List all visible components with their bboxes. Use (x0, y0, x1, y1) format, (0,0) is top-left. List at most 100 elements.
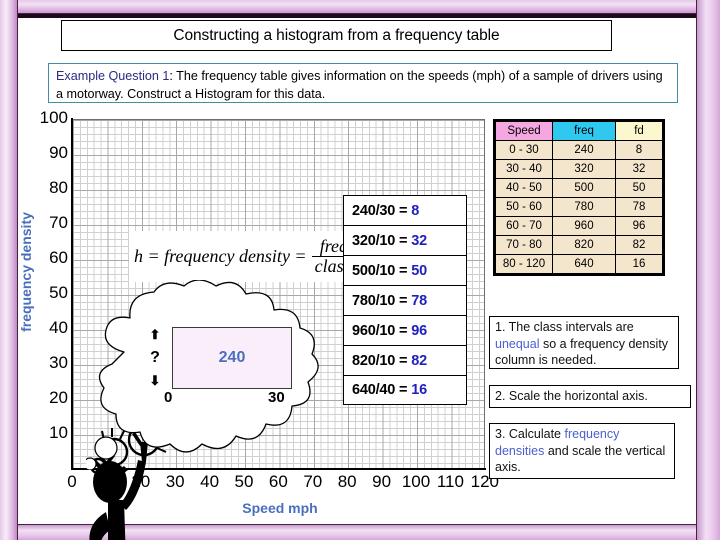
arrow-down-icon: ⬇ (149, 373, 161, 388)
x-tick-label: 40 (200, 472, 220, 491)
calculation-result: 8 (411, 202, 420, 219)
note-scale-horizontal: 2. Scale the horizontal axis. (489, 385, 691, 408)
table-header-speed: Speed (496, 122, 552, 140)
cell-speed: 80 - 120 (496, 255, 552, 273)
calculation-result: 78 (411, 292, 427, 309)
table-row: 30 - 40 320 32 (496, 160, 662, 178)
x-tick-label: 100 (401, 472, 431, 491)
calculation-list: 240/30 = 8 320/10 = 32 500/10 = 50 780/10 =… (343, 195, 467, 405)
table-row: 40 - 50 500 50 (496, 179, 662, 197)
x-tick-label: 90 (372, 472, 392, 491)
example-question-lead: Example Question 1 (56, 69, 170, 83)
cell-freq: 960 (553, 217, 615, 235)
cell-speed: 70 - 80 (496, 236, 552, 254)
x-tick-label: 110 (436, 472, 464, 491)
cell-speed: 30 - 40 (496, 160, 552, 178)
calculation-row: 320/10 = 32 (343, 225, 467, 255)
bar-height-indicator: ⬆ ? ⬇ (140, 327, 170, 389)
x-tick-label: 70 (303, 472, 323, 491)
bubble-tick-left: 0 (164, 389, 173, 406)
cell-speed: 50 - 60 (496, 198, 552, 216)
arrow-up-icon: ⬆ (149, 327, 161, 342)
table-row: 70 - 80 820 82 (496, 236, 662, 254)
x-tick-label: 60 (268, 472, 288, 491)
y-axis-ticks: 100 90 80 70 60 50 40 30 20 10 (18, 104, 68, 484)
thought-bubble: ⬆ ? ⬇ 240 0 30 (86, 280, 336, 470)
cell-freq: 820 (553, 236, 615, 254)
x-axis-label: Speed mph (242, 500, 318, 516)
bubble-tick-right: 30 (268, 389, 285, 406)
y-tick-label: 50 (49, 283, 68, 302)
calculation-row: 780/10 = 78 (343, 285, 467, 315)
slide-title-box: Constructing a histogram from a frequenc… (61, 20, 612, 51)
cell-freq: 320 (553, 160, 615, 178)
calculation-row: 960/10 = 96 (343, 315, 467, 345)
note-text: 1. The class intervals are (495, 320, 634, 334)
table-row: 0 - 30 240 8 (496, 141, 662, 159)
cell-speed: 60 - 70 (496, 217, 552, 235)
bubble-bar-rectangle: 240 (172, 327, 292, 389)
calculation-result: 82 (411, 352, 427, 369)
calculation-row: 640/40 = 16 (343, 375, 467, 405)
cell-fd: 82 (616, 236, 662, 254)
decorative-frame-shadow (18, 14, 696, 18)
calculation-expression: 500/10 = (352, 262, 408, 279)
example-question-box: Example Question 1: The frequency table … (48, 63, 678, 103)
table-row: 60 - 70 960 96 (496, 217, 662, 235)
table-body: 0 - 30 240 8 30 - 40 320 32 40 - 50 500 50 50 - 6… (496, 141, 662, 273)
bubble-bar-value: 240 (218, 349, 246, 366)
cell-fd: 32 (616, 160, 662, 178)
calculation-expression: 640/40 = (352, 382, 408, 398)
cell-speed: 0 - 30 (496, 141, 552, 159)
frequency-table: Speed freq fd 0 - 30 240 8 30 - 40 320 32 40 -… (493, 119, 665, 276)
x-tick-label: 80 (337, 472, 357, 491)
x-tick-label: 50 (234, 472, 254, 491)
decorative-frame-right (696, 0, 720, 540)
cell-fd: 96 (616, 217, 662, 235)
table-header-fd: fd (616, 122, 662, 140)
bubble-bar-diagram: ⬆ ? ⬇ 240 0 30 (140, 327, 292, 406)
calculation-row: 500/10 = 50 (343, 255, 467, 285)
y-tick-label: 90 (49, 143, 68, 162)
table-row: 80 - 120 640 16 (496, 255, 662, 273)
cell-fd: 50 (616, 179, 662, 197)
example-question-text: Example Question 1: The frequency table … (56, 67, 670, 103)
cell-freq: 780 (553, 198, 615, 216)
slide-canvas: Constructing a histogram from a frequenc… (0, 0, 720, 540)
cell-freq: 500 (553, 179, 615, 197)
note-calculate-densities: 3. Calculate frequency densities and sca… (489, 423, 675, 479)
calculation-result: 16 (411, 382, 427, 398)
calculation-result: 96 (411, 322, 427, 339)
note-class-intervals: 1. The class intervals are unequal so a … (489, 316, 679, 369)
table-header-freq: freq (553, 122, 615, 140)
calculation-result: 32 (411, 232, 427, 249)
note-highlight: unequal (495, 336, 540, 351)
cell-freq: 640 (553, 255, 615, 273)
decorative-frame-top (0, 0, 720, 14)
calculation-expression: 960/10 = (352, 322, 408, 339)
formula-left-side: h = frequency density = (134, 246, 307, 266)
calculation-result: 50 (411, 262, 427, 279)
y-tick-label: 40 (49, 318, 68, 337)
y-tick-label: 80 (49, 178, 68, 197)
y-tick-label: 100 (39, 108, 68, 127)
cell-freq: 240 (553, 141, 615, 159)
note-text: 3. Calculate (495, 427, 565, 441)
cell-fd: 78 (616, 198, 662, 216)
cell-fd: 16 (616, 255, 662, 273)
calculation-row: 820/10 = 82 (343, 345, 467, 375)
table-header-row: Speed freq fd (496, 122, 662, 140)
calculation-expression: 240/30 = (352, 202, 408, 219)
unknown-height-label: ? (150, 349, 160, 366)
calculation-expression: 820/10 = (352, 352, 408, 369)
table-row: 50 - 60 780 78 (496, 198, 662, 216)
page-title: Constructing a histogram from a frequenc… (173, 26, 500, 44)
calculation-expression: 780/10 = (352, 292, 408, 309)
y-tick-label: 30 (49, 353, 68, 372)
y-tick-label: 60 (49, 248, 68, 267)
cell-fd: 8 (616, 141, 662, 159)
calculation-expression: 320/10 = (352, 232, 408, 249)
note-text: 2. Scale the horizontal axis. (495, 389, 648, 403)
calculation-row: 240/30 = 8 (343, 195, 467, 225)
y-tick-label: 70 (49, 213, 68, 232)
